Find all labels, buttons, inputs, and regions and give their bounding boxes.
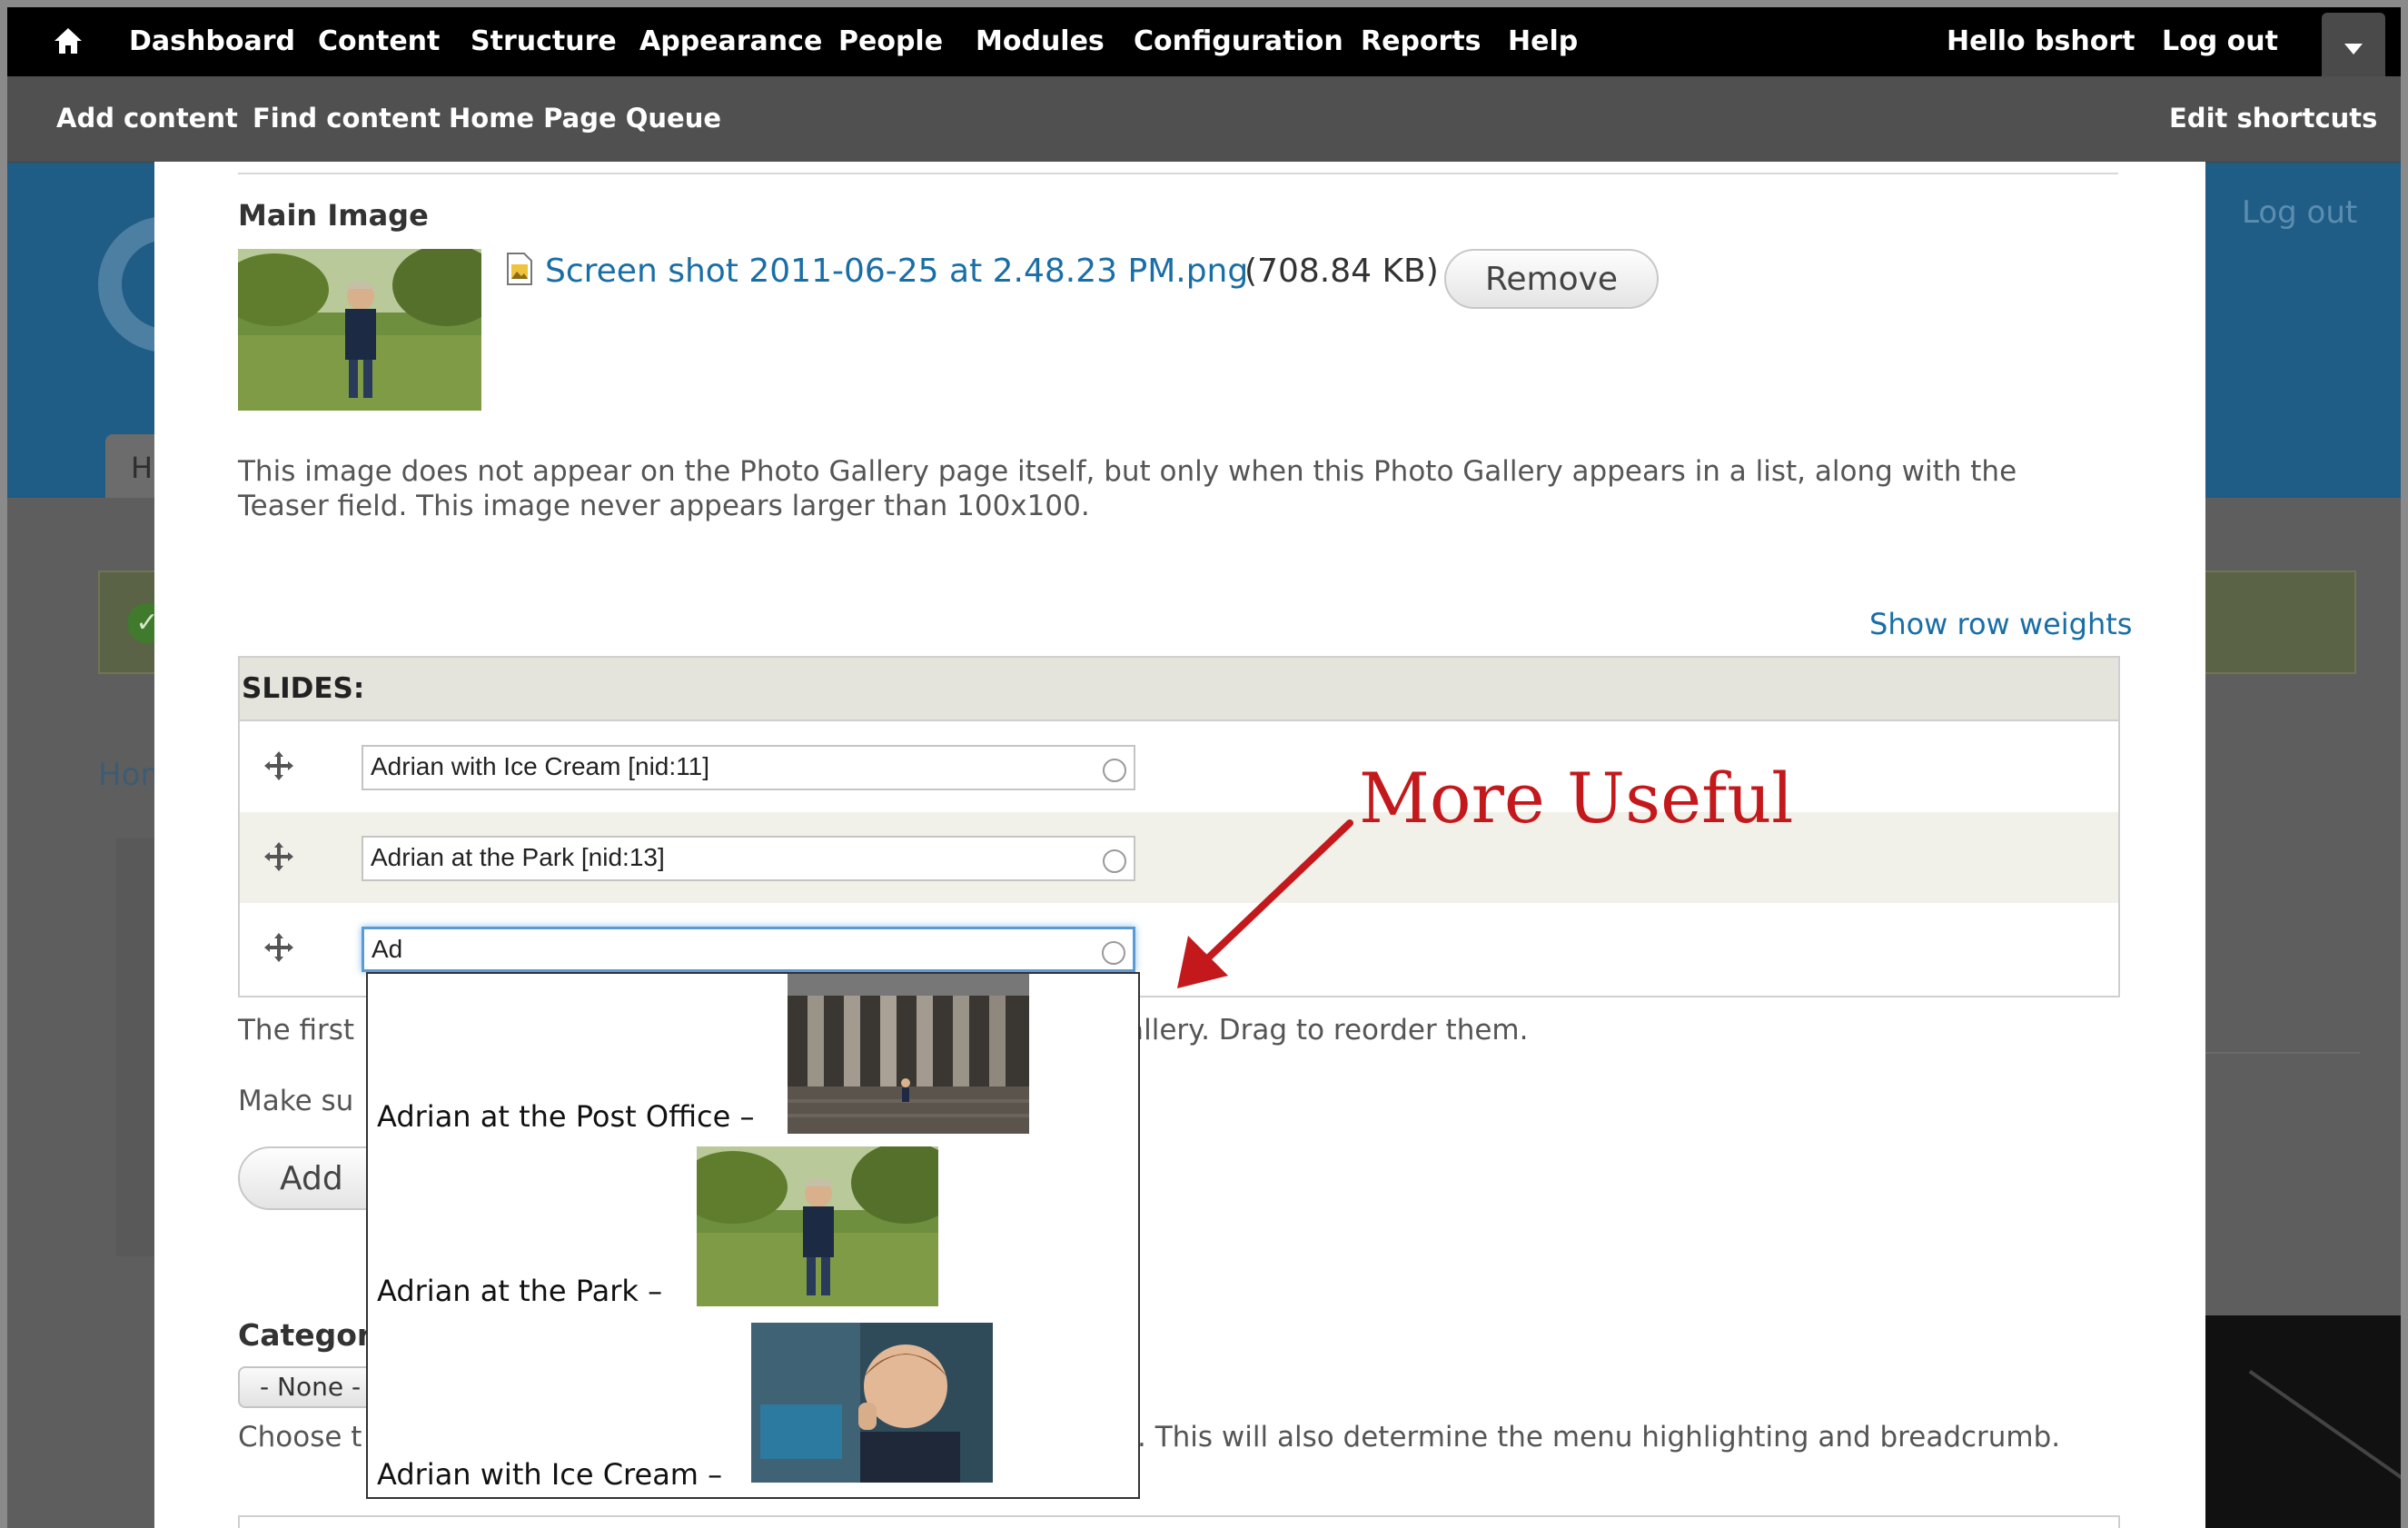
image-file-icon — [507, 253, 532, 285]
background-dark-image — [2196, 1315, 2401, 1528]
category-label: Categor — [238, 1317, 372, 1353]
drag-handle-icon[interactable] — [263, 840, 295, 873]
autocomplete-option[interactable]: Adrian at the Post Office – — [368, 974, 1138, 1137]
remove-button[interactable]: Remove — [1444, 249, 1659, 309]
slide-reference-input-active[interactable]: Ad — [362, 927, 1135, 972]
input-value: Ad — [372, 935, 403, 963]
show-row-weights-link[interactable]: Show row weights — [1869, 607, 2132, 641]
shortcut-home-page-queue[interactable]: Home Page Queue — [449, 76, 721, 162]
browser-viewport: | Log out Ho ✓ Hom Dashboard Content Str… — [7, 7, 2401, 1528]
background-logout-link: Log out — [2242, 194, 2358, 231]
autocomplete-throbber-icon — [1103, 759, 1126, 782]
category-description-start: Choose t — [238, 1421, 362, 1454]
option-thumbnail — [697, 1146, 938, 1306]
main-image-label: Main Image — [238, 198, 429, 233]
shortcut-find-content[interactable]: Find content — [253, 76, 441, 162]
admin-toolbar: Dashboard Content Structure Appearance P… — [7, 7, 2401, 78]
table-row: Adrian with Ice Cream [nid:11] — [240, 721, 2118, 812]
toolbar-appearance[interactable]: Appearance — [639, 7, 822, 76]
toolbar-reports[interactable]: Reports — [1361, 7, 1481, 76]
toolbar-configuration[interactable]: Configuration — [1134, 7, 1343, 76]
make-sure-note: Make su — [238, 1085, 354, 1117]
toolbar-dashboard[interactable]: Dashboard — [129, 7, 295, 76]
option-label: Adrian at the Post Office – — [377, 1099, 755, 1134]
slides-header: SLIDES: — [240, 658, 2118, 721]
main-image-thumbnail — [238, 249, 481, 411]
file-size: (708.84 KB) — [1244, 253, 1439, 290]
next-field — [238, 1515, 2120, 1528]
greeting-prefix: Hello — [1947, 25, 2036, 57]
shortcuts-toggle-button[interactable] — [2322, 13, 2385, 78]
slides-description-end: Gallery. Drag to reorder them. — [1105, 1014, 1529, 1047]
drag-handle-icon[interactable] — [263, 749, 295, 782]
category-description-end: . This will also determine the menu high… — [1137, 1421, 2061, 1454]
option-label: Adrian at the Park – — [377, 1274, 663, 1308]
drag-handle-icon[interactable] — [263, 931, 295, 964]
slide-reference-input[interactable]: Adrian with Ice Cream [nid:11] — [362, 745, 1135, 790]
autocomplete-option[interactable]: Adrian at the Park – — [368, 1146, 1138, 1315]
edit-shortcuts-link[interactable]: Edit shortcuts — [2169, 76, 2377, 162]
chevron-down-icon — [2344, 44, 2363, 55]
annotation-arrow-icon — [1177, 819, 1353, 988]
toolbar-people[interactable]: People — [838, 7, 943, 76]
autocomplete-throbber-icon — [1103, 849, 1126, 873]
home-icon[interactable] — [53, 25, 84, 56]
user-greeting[interactable]: Hello bshort — [1947, 7, 2135, 76]
annotation-label: More Useful — [1359, 758, 1794, 838]
autocomplete-option[interactable]: Adrian with Ice Cream – — [368, 1323, 1138, 1495]
shortcut-add-content[interactable]: Add content — [56, 76, 238, 162]
slides-description-start: The first — [238, 1014, 355, 1047]
autocomplete-throbber-icon — [1102, 941, 1125, 965]
input-value: Adrian with Ice Cream [nid:11] — [371, 752, 709, 780]
toolbar-help[interactable]: Help — [1508, 7, 1578, 76]
option-thumbnail — [751, 1323, 993, 1483]
divider — [238, 162, 2118, 174]
input-value: Adrian at the Park [nid:13] — [371, 843, 665, 871]
toolbar-content[interactable]: Content — [318, 7, 440, 76]
uploaded-file-link[interactable]: Screen shot 2011-06-25 at 2.48.23 PM.png — [545, 253, 1248, 290]
main-image-description: This image does not appear on the Photo … — [238, 455, 2017, 522]
toolbar-logout[interactable]: Log out — [2162, 7, 2278, 76]
option-label: Adrian with Ice Cream – — [377, 1457, 723, 1492]
toolbar-structure[interactable]: Structure — [471, 7, 617, 76]
shortcuts-bar: Add content Find content Home Page Queue… — [7, 76, 2401, 163]
autocomplete-dropdown: Adrian at the Post Office – Adrian at th… — [366, 972, 1140, 1499]
username: bshort — [2035, 25, 2135, 57]
toolbar-modules[interactable]: Modules — [976, 7, 1105, 76]
slide-reference-input[interactable]: Adrian at the Park [nid:13] — [362, 836, 1135, 881]
option-thumbnail — [788, 974, 1029, 1134]
